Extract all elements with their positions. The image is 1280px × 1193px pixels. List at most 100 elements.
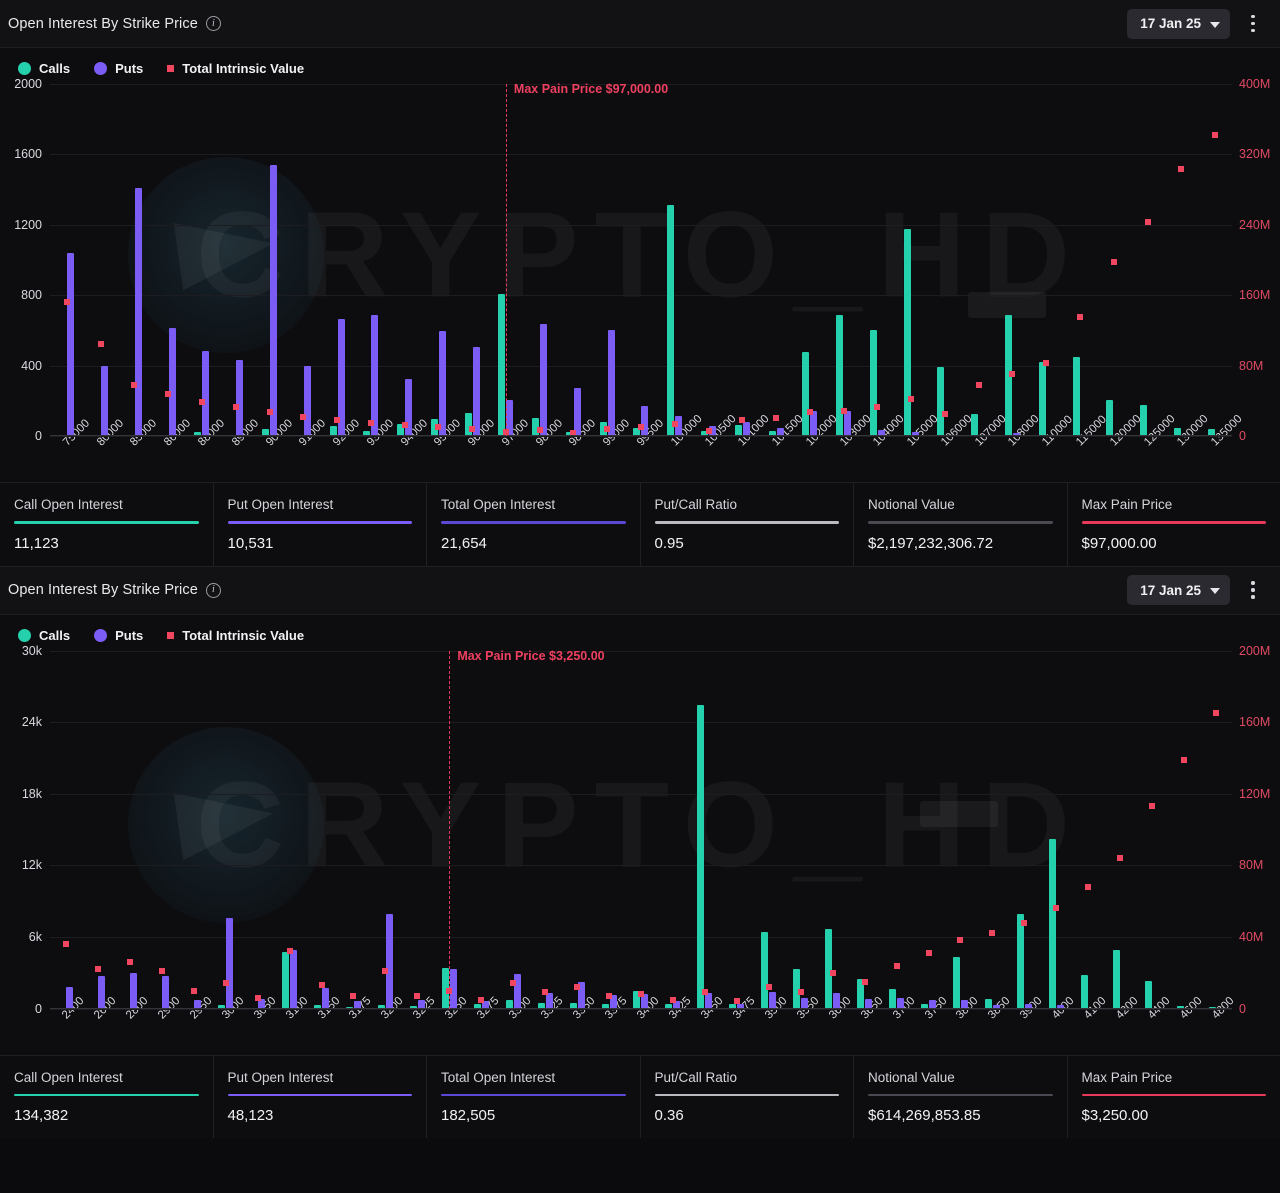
total-intrinsic-value-point [266, 409, 273, 416]
bar-group[interactable] [928, 84, 962, 436]
bar-group[interactable] [523, 84, 557, 436]
bar-group[interactable] [817, 651, 849, 1009]
chart-plot-area-1[interactable]: CRYPTO_HD 06k12k18k24k30k 040M80M120M160… [22, 644, 1270, 1014]
bar-group[interactable] [50, 651, 82, 1009]
bar-group[interactable] [625, 651, 657, 1009]
bar-group[interactable] [996, 84, 1030, 436]
total-intrinsic-value-point [574, 984, 581, 991]
bar-group[interactable] [50, 84, 84, 436]
bar-group[interactable] [1063, 84, 1097, 436]
date-select[interactable]: 17 Jan 25 [1127, 8, 1230, 39]
y-axis-right-tick: 160M [1239, 288, 1271, 303]
call-bar [1144, 981, 1152, 1009]
bar-group[interactable] [721, 651, 753, 1009]
legend-item-total-intrinsic-value[interactable]: Total Intrinsic Value [167, 628, 304, 643]
bar-group[interactable] [593, 651, 625, 1009]
bar-group[interactable] [1168, 651, 1200, 1009]
bar-group[interactable] [1164, 84, 1198, 436]
bar-group[interactable] [849, 651, 881, 1009]
bar-group[interactable] [1131, 84, 1165, 436]
bar-group[interactable] [219, 84, 253, 436]
bar-group[interactable] [590, 84, 624, 436]
legend-item-puts[interactable]: Puts [94, 61, 143, 76]
bar-group[interactable] [861, 84, 895, 436]
bar-group[interactable] [529, 651, 561, 1009]
call-bar [952, 957, 960, 1009]
bar-group[interactable] [354, 84, 388, 436]
bar-group[interactable] [561, 651, 593, 1009]
puts-swatch-icon [94, 62, 108, 75]
bar-group[interactable] [1072, 651, 1104, 1009]
bar-group[interactable] [785, 651, 817, 1009]
bar-group[interactable] [1104, 651, 1136, 1009]
bar-group[interactable] [421, 84, 455, 436]
bar-group[interactable] [624, 84, 658, 436]
bar-group[interactable] [401, 651, 433, 1009]
call-bar [802, 351, 810, 436]
bar-group[interactable] [274, 651, 306, 1009]
max-pain-label: Max Pain Price $97,000.00 [513, 82, 669, 96]
bar-group[interactable] [894, 84, 928, 436]
bar-group[interactable] [1136, 651, 1168, 1009]
info-icon[interactable]: i [205, 16, 221, 31]
bar-group[interactable] [1200, 651, 1232, 1009]
chart-legend: Calls Puts Total Intrinsic Value [0, 615, 1280, 651]
y-axis-right-tick: 0 [1239, 1001, 1246, 1016]
total-intrinsic-value-point [1077, 314, 1084, 321]
bar-group[interactable] [827, 84, 861, 436]
bar-group[interactable] [286, 84, 320, 436]
bar-group[interactable] [793, 84, 827, 436]
bar-group[interactable] [689, 651, 721, 1009]
bar-group[interactable] [557, 84, 591, 436]
bar-group[interactable] [146, 651, 178, 1009]
legend-item-calls[interactable]: Calls [18, 628, 70, 643]
bar-group[interactable] [151, 84, 185, 436]
bar-group[interactable] [944, 651, 976, 1009]
date-select[interactable]: 17 Jan 25 [1127, 575, 1230, 605]
legend-item-total-intrinsic-value[interactable]: Total Intrinsic Value [167, 61, 304, 76]
bar-group[interactable] [388, 84, 422, 436]
page-title: Open Interest By Strike Price [8, 582, 198, 598]
bar-group[interactable] [753, 651, 785, 1009]
stat-label: Put/Call Ratio [654, 497, 738, 512]
bar-group[interactable] [725, 84, 759, 436]
bar-group[interactable] [976, 651, 1008, 1009]
kebab-menu-icon[interactable] [1240, 575, 1266, 605]
bar-group[interactable] [692, 84, 726, 436]
stat-value: 21,654 [441, 534, 487, 552]
bar-group[interactable] [185, 84, 219, 436]
kebab-menu-icon[interactable] [1240, 9, 1266, 39]
legend-item-puts[interactable]: Puts [94, 628, 143, 643]
bar-group[interactable] [338, 651, 370, 1009]
bar-group[interactable] [253, 84, 287, 436]
y-axis-right-tick: 80M [1239, 858, 1264, 873]
chart-plot-area-0[interactable]: CRYPTO_HD 0400800120016002000 080M160M24… [14, 78, 1270, 442]
bar-group[interactable] [1029, 84, 1063, 436]
legend-item-calls[interactable]: Calls [18, 61, 70, 76]
bar-group[interactable] [306, 651, 338, 1009]
stat-rule [227, 521, 412, 524]
bar-group[interactable] [178, 651, 210, 1009]
bar-group[interactable] [242, 651, 274, 1009]
bar-group[interactable] [465, 651, 497, 1009]
bar-group[interactable] [1040, 651, 1072, 1009]
total-intrinsic-value-point [975, 381, 982, 388]
stat-rule [441, 521, 626, 524]
date-select-value: 17 Jan 25 [1140, 582, 1201, 598]
bar-group[interactable] [658, 84, 692, 436]
bar-group[interactable] [320, 84, 354, 436]
stat-rule [1081, 521, 1266, 524]
bar-group[interactable] [1008, 651, 1040, 1009]
bar-group[interactable] [82, 651, 114, 1009]
bar-group[interactable] [369, 651, 401, 1009]
bar-group[interactable] [657, 651, 689, 1009]
bar-group[interactable] [114, 651, 146, 1009]
bar-group[interactable] [210, 651, 242, 1009]
bar-group[interactable] [84, 84, 118, 436]
bar-group[interactable] [455, 84, 489, 436]
bar-group[interactable] [497, 651, 529, 1009]
bar-group[interactable] [881, 651, 913, 1009]
bar-group[interactable] [759, 84, 793, 436]
info-icon[interactable]: i [205, 582, 221, 598]
call-bar [1140, 405, 1148, 436]
